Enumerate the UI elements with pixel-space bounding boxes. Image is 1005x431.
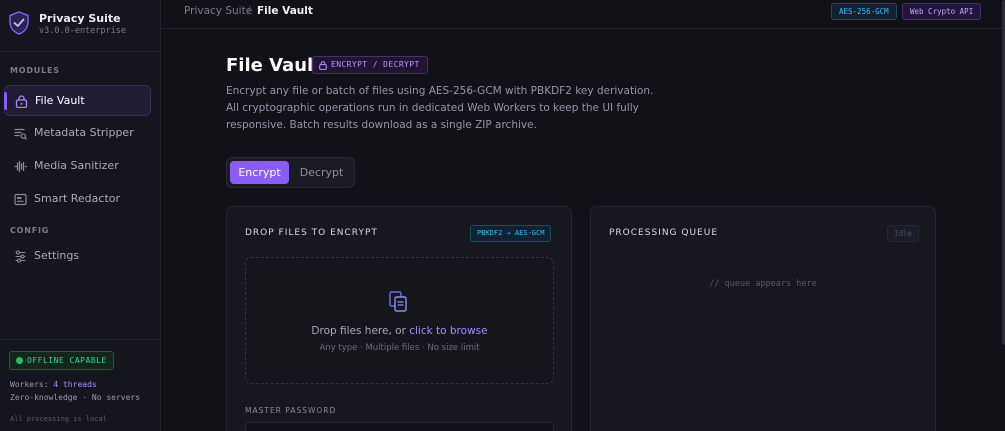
- shield-check-icon: [9, 11, 29, 35]
- breadcrumb-current: File Vault: [257, 5, 313, 17]
- browse-link[interactable]: click to browse: [409, 325, 487, 337]
- files-icon: [389, 291, 407, 312]
- workers-info: Workers: 4 threads: [10, 380, 97, 389]
- queue-status-badge: Idle: [887, 225, 920, 242]
- dropzone-text: Drop files here, or click to browse: [246, 325, 553, 337]
- queue-empty-text: // queue appears here: [709, 279, 817, 289]
- lock-icon: [319, 61, 327, 70]
- brand[interactable]: Privacy Suite v3.0.0-enterprise: [8, 11, 158, 41]
- tab-encrypt[interactable]: Encrypt: [230, 161, 289, 184]
- dropzone-hint: Any type · Multiple files · No size limi…: [319, 343, 480, 353]
- sidebar-item-label: Media Sanitizer: [34, 159, 119, 172]
- section-label-config: CONFIG: [10, 226, 50, 235]
- panel-title: PROCESSING QUEUE: [609, 228, 719, 238]
- kdf-badge: PBKDF2 → AES-GCM: [470, 225, 552, 242]
- mode-toggle: Encrypt Decrypt: [226, 157, 355, 188]
- sliders-icon: [15, 250, 26, 263]
- tab-decrypt[interactable]: Decrypt: [293, 161, 350, 184]
- sidebar-item-label: Metadata Stripper: [34, 126, 134, 139]
- offline-capable-badge: OFFLINE CAPABLE: [9, 351, 114, 370]
- lock-icon: [15, 95, 28, 108]
- encrypt-panel: DROP FILES TO ENCRYPT PBKDF2 → AES-GCM D…: [226, 206, 572, 431]
- sidebar-item-media-sanitizer[interactable]: Media Sanitizer: [4, 151, 151, 182]
- waveform-icon: [14, 160, 27, 173]
- section-label-modules: MODULES: [10, 66, 60, 75]
- divider: [0, 339, 160, 340]
- processing-queue-panel: PROCESSING QUEUE Idle // queue appears h…: [590, 206, 936, 431]
- sidebar-item-label: Smart Redactor: [34, 192, 121, 205]
- panel-title: DROP FILES TO ENCRYPT: [245, 228, 378, 238]
- web-crypto-badge: Web Crypto API: [902, 3, 982, 20]
- sidebar-item-file-vault[interactable]: File Vault: [4, 85, 151, 116]
- breadcrumb-root[interactable]: Privacy Suite: [184, 5, 252, 17]
- breadcrumb-separator: /: [247, 5, 251, 17]
- sidebar: Privacy Suite v3.0.0-enterprise MODULES …: [0, 0, 161, 431]
- brand-name: Privacy Suite: [39, 12, 121, 25]
- sidebar-item-smart-redactor[interactable]: Smart Redactor: [4, 184, 151, 215]
- page-description: Encrypt any file or batch of files using…: [226, 85, 654, 131]
- status-dot-icon: [16, 357, 23, 364]
- zero-knowledge-info: Zero-knowledge · No servers: [10, 393, 141, 402]
- offline-badge-label: OFFLINE CAPABLE: [27, 356, 107, 365]
- sidebar-item-settings[interactable]: Settings: [4, 241, 151, 272]
- dropzone-prompt: Drop files here, or: [311, 325, 410, 337]
- algorithm-badge: AES-256-GCM: [831, 3, 897, 20]
- sidebar-item-label: Settings: [34, 249, 80, 262]
- filter-list-icon: [14, 128, 27, 140]
- file-dropzone[interactable]: Drop files here, or click to browse Any …: [245, 257, 554, 384]
- top-bar: Privacy Suite / File Vault AES-256-GCM W…: [161, 0, 1005, 29]
- sidebar-item-label: File Vault: [35, 94, 85, 107]
- redact-icon: [14, 193, 27, 206]
- password-label: MASTER PASSWORD: [245, 406, 337, 415]
- workers-prefix: Workers:: [10, 380, 54, 389]
- master-password-input[interactable]: [245, 422, 554, 431]
- local-processing-note: All processing is local: [10, 415, 107, 423]
- mode-badge: ENCRYPT / DECRYPT: [312, 56, 428, 74]
- brand-version: v3.0.0-enterprise: [39, 26, 126, 36]
- mode-badge-label: ENCRYPT / DECRYPT: [331, 60, 420, 69]
- workers-value: 4 threads: [53, 380, 97, 389]
- divider: [0, 51, 160, 52]
- sidebar-item-metadata-stripper[interactable]: Metadata Stripper: [4, 118, 151, 149]
- page-title: File Vault: [226, 55, 322, 76]
